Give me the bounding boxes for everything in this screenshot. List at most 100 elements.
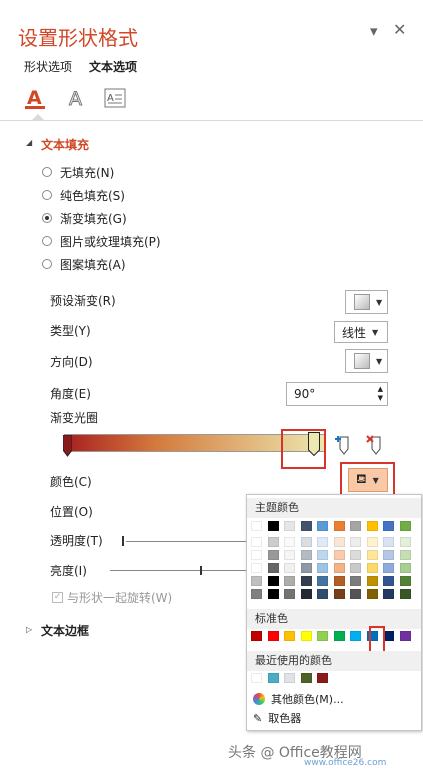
- radio-solid-fill[interactable]: 纯色填充(S): [42, 187, 125, 203]
- gradient-stop-left[interactable]: [62, 434, 73, 457]
- theme-color-swatch[interactable]: [317, 576, 328, 586]
- theme-color-swatch[interactable]: [367, 537, 378, 547]
- theme-color-swatch[interactable]: [367, 576, 378, 586]
- theme-color-swatch[interactable]: [334, 563, 345, 573]
- standard-color-swatch[interactable]: [284, 631, 295, 641]
- spinner-arrows-icon[interactable]: ▲ ▼: [378, 385, 383, 403]
- radio-button[interactable]: [42, 167, 52, 177]
- theme-color-swatch[interactable]: [284, 537, 295, 547]
- theme-color-swatch[interactable]: [383, 576, 394, 586]
- theme-color-swatch[interactable]: [400, 550, 411, 560]
- theme-color-swatch[interactable]: [251, 521, 262, 531]
- standard-color-swatch[interactable]: [317, 631, 328, 641]
- radio-button[interactable]: [42, 190, 52, 200]
- section-text-fill[interactable]: 文本填充: [41, 136, 89, 153]
- theme-color-swatch[interactable]: [251, 550, 262, 560]
- theme-color-swatch[interactable]: [284, 521, 295, 531]
- theme-color-swatch[interactable]: [317, 563, 328, 573]
- brightness-slider-track[interactable]: [110, 570, 246, 571]
- tab-text-options[interactable]: 文本选项: [89, 58, 137, 75]
- theme-color-swatch[interactable]: [367, 521, 378, 531]
- theme-color-swatch[interactable]: [400, 589, 411, 599]
- theme-color-swatch[interactable]: [383, 537, 394, 547]
- transparency-slider-track[interactable]: [126, 541, 246, 542]
- theme-color-swatch[interactable]: [400, 576, 411, 586]
- theme-color-swatch[interactable]: [317, 550, 328, 560]
- preset-gradient-dropdown[interactable]: ▼: [345, 290, 388, 314]
- text-fill-outline-icon[interactable]: A: [24, 86, 46, 110]
- recent-color-swatch[interactable]: [251, 673, 262, 683]
- theme-color-swatch[interactable]: [334, 589, 345, 599]
- radio-button[interactable]: [42, 236, 52, 246]
- standard-color-swatch[interactable]: [350, 631, 361, 641]
- theme-color-swatch[interactable]: [268, 576, 279, 586]
- theme-color-swatch[interactable]: [350, 576, 361, 586]
- theme-color-swatch[interactable]: [268, 550, 279, 560]
- expand-triangle-icon[interactable]: ▷: [26, 625, 32, 634]
- radio-picture-fill[interactable]: 图片或纹理填充(P): [42, 233, 161, 249]
- type-dropdown[interactable]: 线性 ▼: [334, 321, 388, 343]
- section-text-border[interactable]: 文本边框: [41, 622, 89, 639]
- standard-color-swatch[interactable]: [400, 631, 411, 641]
- theme-color-swatch[interactable]: [383, 550, 394, 560]
- standard-color-swatch[interactable]: [301, 631, 312, 641]
- theme-color-swatch[interactable]: [334, 550, 345, 560]
- theme-color-swatch[interactable]: [383, 521, 394, 531]
- eyedropper-item[interactable]: ✎ 取色器: [253, 710, 301, 726]
- theme-color-swatch[interactable]: [400, 521, 411, 531]
- remove-stop-icon[interactable]: [365, 433, 387, 457]
- theme-color-swatch[interactable]: [367, 563, 378, 573]
- tab-shape-options[interactable]: 形状选项: [24, 58, 72, 75]
- recent-color-swatch[interactable]: [301, 673, 312, 683]
- theme-color-swatch[interactable]: [251, 563, 262, 573]
- direction-dropdown[interactable]: ▼: [345, 349, 388, 373]
- recent-color-swatch[interactable]: [268, 673, 279, 683]
- theme-color-swatch[interactable]: [284, 576, 295, 586]
- recent-color-row[interactable]: [251, 673, 417, 685]
- standard-color-swatch[interactable]: [251, 631, 262, 641]
- radio-no-fill[interactable]: 无填充(N): [42, 164, 114, 180]
- theme-color-swatch[interactable]: [367, 589, 378, 599]
- theme-color-swatch[interactable]: [317, 589, 328, 599]
- theme-color-swatch[interactable]: [350, 521, 361, 531]
- recent-color-swatch[interactable]: [317, 673, 328, 683]
- theme-color-swatch[interactable]: [400, 563, 411, 573]
- angle-spinner[interactable]: 90° ▲ ▼: [286, 382, 388, 406]
- standard-color-row[interactable]: [251, 631, 417, 643]
- theme-color-swatch[interactable]: [301, 589, 312, 599]
- theme-color-swatch[interactable]: [301, 563, 312, 573]
- theme-color-swatch[interactable]: [251, 589, 262, 599]
- theme-color-swatch[interactable]: [284, 563, 295, 573]
- radio-pattern-fill[interactable]: 图案填充(A): [42, 256, 126, 272]
- brightness-slider-thumb[interactable]: [200, 566, 202, 575]
- theme-color-swatch[interactable]: [383, 589, 394, 599]
- standard-color-swatch[interactable]: [334, 631, 345, 641]
- theme-color-swatch[interactable]: [350, 537, 361, 547]
- add-stop-icon[interactable]: [333, 433, 355, 457]
- theme-color-swatch[interactable]: [350, 563, 361, 573]
- theme-color-grid[interactable]: [251, 521, 417, 603]
- theme-color-swatch[interactable]: [350, 589, 361, 599]
- radio-button[interactable]: [42, 213, 52, 223]
- theme-color-swatch[interactable]: [383, 563, 394, 573]
- textbox-icon[interactable]: A: [104, 88, 126, 110]
- text-effects-icon[interactable]: A: [66, 86, 88, 111]
- close-icon[interactable]: ✕: [393, 20, 406, 39]
- theme-color-swatch[interactable]: [400, 537, 411, 547]
- pane-dropdown-icon[interactable]: ▾: [370, 22, 378, 40]
- rotate-with-shape-checkbox[interactable]: ✓ 与形状一起旋转(W): [52, 589, 172, 605]
- theme-color-swatch[interactable]: [284, 550, 295, 560]
- theme-color-swatch[interactable]: [317, 521, 328, 531]
- theme-color-swatch[interactable]: [350, 550, 361, 560]
- theme-color-swatch[interactable]: [268, 589, 279, 599]
- radio-gradient-fill[interactable]: 渐变填充(G): [42, 210, 127, 226]
- transparency-slider-thumb[interactable]: [122, 536, 124, 546]
- recent-color-swatch[interactable]: [284, 673, 295, 683]
- theme-color-swatch[interactable]: [251, 537, 262, 547]
- theme-color-swatch[interactable]: [334, 576, 345, 586]
- theme-color-swatch[interactable]: [367, 550, 378, 560]
- theme-color-swatch[interactable]: [301, 537, 312, 547]
- theme-color-swatch[interactable]: [301, 550, 312, 560]
- theme-color-swatch[interactable]: [268, 563, 279, 573]
- theme-color-swatch[interactable]: [301, 521, 312, 531]
